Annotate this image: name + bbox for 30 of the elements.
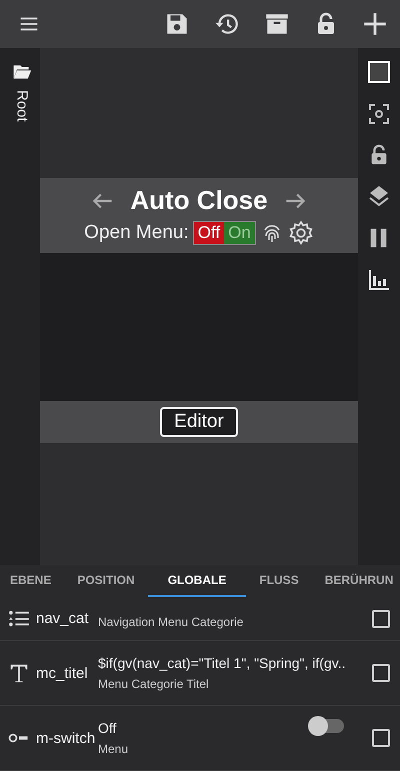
panel-title: Auto Close: [130, 185, 268, 216]
root-label[interactable]: Root: [14, 90, 30, 122]
tab[interactable]: POSITION: [64, 565, 148, 597]
layers-icon[interactable]: [367, 184, 391, 208]
list-icon: [8, 610, 30, 628]
variable-value: Off: [98, 720, 118, 736]
variable-value: $if(gv(nav_cat)="Titel 1", "Spring", if(gv..: [98, 655, 346, 671]
toggle-switch[interactable]: [310, 719, 344, 733]
checkbox[interactable]: [372, 610, 390, 628]
checkbox[interactable]: [372, 664, 390, 682]
editor-button[interactable]: Editor: [160, 407, 238, 437]
variable-description: Navigation Menu Categorie: [98, 614, 244, 628]
variable-name: m-switch: [36, 730, 96, 746]
toggle-option[interactable]: Off: [194, 222, 224, 244]
variable-name: mc_titel: [36, 664, 88, 682]
variable-description: Menu Categorie Titel: [98, 677, 210, 691]
switch-icon: [8, 732, 30, 744]
tab[interactable]: GLOBALE: [148, 565, 246, 597]
checkbox[interactable]: [372, 729, 390, 747]
bar-chart-icon[interactable]: [367, 268, 391, 292]
tab[interactable]: FLUSS: [246, 565, 312, 597]
settings-icon[interactable]: [288, 220, 314, 246]
square-icon[interactable]: [367, 60, 391, 84]
focus-icon[interactable]: [367, 102, 391, 126]
variable-description: Menu: [98, 742, 130, 756]
open-menu-label: Open Menu:: [84, 222, 189, 244]
tab[interactable]: BERÜHRUN: [312, 565, 400, 597]
add-icon[interactable]: [362, 11, 388, 37]
tab[interactable]: EBENE: [0, 565, 64, 597]
variable-name: nav_cat: [36, 610, 89, 627]
